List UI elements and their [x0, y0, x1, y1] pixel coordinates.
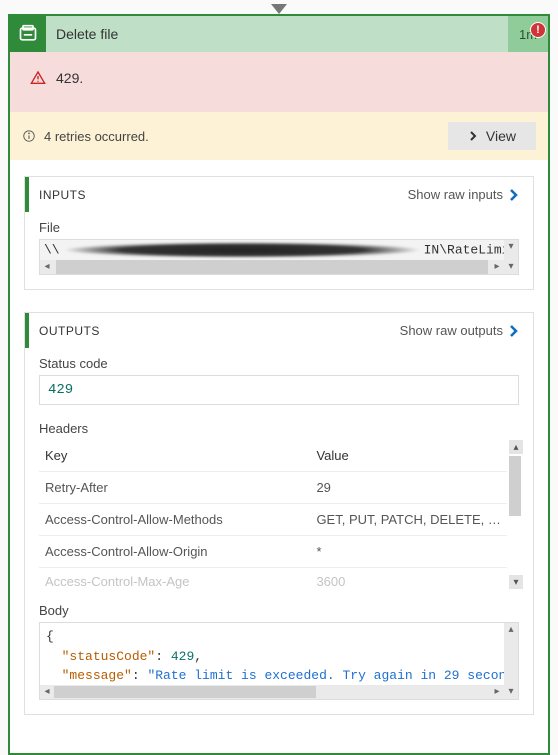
status-code-label: Status code: [39, 356, 519, 371]
scroll-track[interactable]: [509, 516, 523, 575]
scroll-up-icon[interactable]: ▴: [504, 623, 518, 637]
raw-outputs-label: Show raw outputs: [400, 323, 503, 338]
inputs-header: INPUTS Show raw inputs: [25, 177, 533, 212]
outputs-title: OUTPUTS: [39, 324, 100, 338]
header-col-value: Value: [310, 440, 507, 472]
scroll-up-icon[interactable]: ▴: [509, 440, 523, 454]
header-key: Access-Control-Allow-Origin: [39, 536, 310, 568]
scroll-thumb[interactable]: [56, 260, 488, 274]
retries-banner: 4 retries occurred. View: [10, 112, 548, 160]
view-retries-button[interactable]: View: [448, 122, 536, 150]
action-card: Delete file 1m ! 429. 4 retries occurred…: [8, 14, 550, 755]
header-key: Access-Control-Allow-Methods: [39, 504, 310, 536]
scroll-thumb[interactable]: [54, 686, 316, 698]
chevron-right-icon: [509, 188, 519, 202]
scroll-right-icon[interactable]: ▸: [490, 685, 504, 699]
vertical-scrollbar[interactable]: ▴ ▾: [504, 623, 518, 699]
file-path-suffix: IN\RateLimi: [424, 243, 510, 258]
connector-icon: [10, 16, 46, 52]
body-json-box[interactable]: { "statusCode": 429, "message": "Rate li…: [39, 622, 519, 700]
scroll-down-icon[interactable]: ▾: [504, 685, 518, 699]
header-key: Retry-After: [39, 472, 310, 504]
table-row: Retry-After 29: [39, 472, 507, 504]
header-key: Access-Control-Max-Age: [39, 568, 310, 590]
file-field-label: File: [39, 220, 519, 235]
json-line: "message": "Rate limit is exceeded. Try …: [46, 666, 512, 686]
chevron-right-icon: [468, 131, 478, 141]
raw-inputs-label: Show raw inputs: [408, 187, 503, 202]
headers-label: Headers: [39, 421, 519, 436]
headers-table: Key Value Retry-After 29 Access-Control-…: [39, 440, 507, 589]
vertical-scrollbar[interactable]: ▾ ▾: [504, 240, 518, 274]
warning-triangle-icon: [30, 70, 46, 86]
horizontal-scrollbar[interactable]: ◂ ▸: [40, 260, 504, 274]
inputs-panel: INPUTS Show raw inputs File \\ IN\RateLim…: [24, 176, 534, 290]
outputs-header: OUTPUTS Show raw outputs: [25, 313, 533, 348]
table-row: Access-Control-Allow-Origin *: [39, 536, 507, 568]
show-raw-inputs-link[interactable]: Show raw inputs: [408, 187, 519, 202]
file-path-value[interactable]: \\ IN\RateLimi ◂ ▸ ▾ ▾: [39, 239, 519, 275]
header-value: 29: [310, 472, 507, 504]
inputs-body: File \\ IN\RateLimi ◂ ▸ ▾ ▾: [25, 212, 533, 289]
header-value: GET, PUT, PATCH, DELETE, P...: [310, 504, 507, 536]
table-row: Access-Control-Max-Age 3600: [39, 568, 507, 590]
scroll-right-icon[interactable]: ▸: [490, 260, 504, 274]
horizontal-scrollbar[interactable]: ◂ ▸: [40, 685, 504, 699]
json-line: {: [46, 627, 512, 647]
table-row: Access-Control-Allow-Methods GET, PUT, P…: [39, 504, 507, 536]
card-header[interactable]: Delete file 1m !: [10, 16, 548, 52]
chevron-right-icon: [509, 324, 519, 338]
card-content: INPUTS Show raw inputs File \\ IN\RateLim…: [10, 160, 548, 753]
table-header-row: Key Value: [39, 440, 507, 472]
flow-arrow-down-icon: [271, 4, 287, 14]
json-line: "statusCode": 429,: [46, 647, 512, 667]
show-raw-outputs-link[interactable]: Show raw outputs: [400, 323, 519, 338]
scroll-down-icon[interactable]: ▾: [504, 260, 518, 274]
scroll-down-icon[interactable]: ▾: [509, 575, 523, 589]
headers-table-wrap: Key Value Retry-After 29 Access-Control-…: [39, 440, 519, 589]
info-icon: [22, 129, 36, 143]
body-label: Body: [39, 603, 519, 618]
outputs-body: Status code 429 Headers Key Value: [25, 348, 533, 714]
redacted-path-segment: [62, 242, 422, 258]
scroll-left-icon[interactable]: ◂: [40, 685, 54, 699]
error-count-badge: !: [530, 22, 546, 38]
error-code-text: 429.: [56, 70, 83, 86]
scroll-left-icon[interactable]: ◂: [40, 260, 54, 274]
header-value: 3600: [310, 568, 507, 590]
view-button-label: View: [486, 128, 516, 144]
header-value: *: [310, 536, 507, 568]
scroll-up-icon[interactable]: ▾: [504, 240, 518, 254]
header-col-key: Key: [39, 440, 310, 472]
retries-text: 4 retries occurred.: [44, 129, 149, 144]
file-path-prefix: \\: [44, 242, 60, 257]
status-code-value[interactable]: 429: [39, 375, 519, 405]
inputs-title: INPUTS: [39, 188, 86, 202]
file-system-icon: [18, 24, 38, 44]
scroll-thumb[interactable]: [509, 456, 521, 516]
error-banner: 429.: [10, 52, 548, 112]
outputs-panel: OUTPUTS Show raw outputs Status code 429…: [24, 312, 534, 715]
card-title: Delete file: [56, 26, 118, 42]
vertical-scrollbar[interactable]: ▴ ▾: [509, 440, 523, 589]
